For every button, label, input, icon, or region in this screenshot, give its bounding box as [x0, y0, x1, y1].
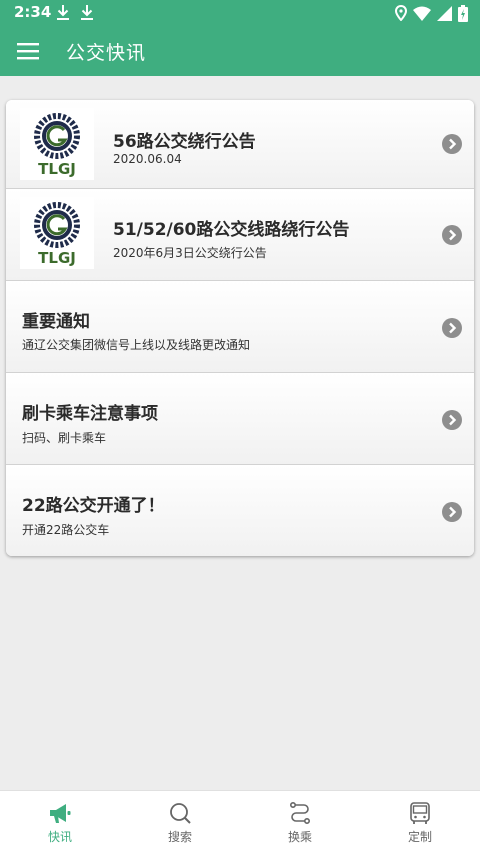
tlgj-logo-image: TLGJ [20, 197, 94, 269]
transfer-route-icon [289, 801, 310, 824]
news-item[interactable]: 22路公交开通了！ 开通22路公交车 [6, 465, 474, 556]
news-item[interactable]: TLGJ 51/52/60路公交线路绕行公告 2020年6月3日公交绕行公告 [6, 189, 474, 281]
news-item[interactable]: TLGJ 56路公交绕行公告 2020.06.04 [6, 100, 474, 189]
chevron-right-icon[interactable] [442, 502, 462, 522]
svg-text:TLGJ: TLGJ [38, 249, 76, 267]
nav-label: 搜索 [167, 830, 192, 844]
chevron-right-icon[interactable] [442, 410, 462, 430]
search-icon [170, 803, 191, 824]
nav-tab-news[interactable]: 快讯 [0, 791, 120, 854]
download-icon [57, 5, 69, 20]
bottom-nav: 快讯 搜索 换乘 定制 [0, 790, 480, 854]
news-list: TLGJ 56路公交绕行公告 2020.06.04 TLGJ 51/52/60路… [6, 100, 474, 556]
status-time: 2:34 [14, 3, 52, 21]
chevron-right-icon[interactable] [442, 225, 462, 245]
news-subtitle: 扫码、刷卡乘车 [22, 431, 107, 445]
nav-tab-transfer[interactable]: 换乘 [240, 791, 360, 854]
chevron-right-icon[interactable] [442, 134, 462, 154]
svg-text:TLGJ: TLGJ [38, 160, 76, 178]
news-item[interactable]: 刷卡乘车注意事项 扫码、刷卡乘车 [6, 373, 474, 465]
app-bar: 公交快讯 [0, 26, 480, 76]
news-title: 重要通知 [22, 312, 90, 332]
news-subtitle: 开通22路公交车 [22, 523, 110, 537]
chevron-right-icon[interactable] [442, 318, 462, 338]
news-title: 51/52/60路公交线路绕行公告 [113, 220, 350, 240]
status-bar: 2:34 [0, 0, 480, 26]
nav-label: 定制 [407, 830, 432, 844]
news-subtitle: 2020年6月3日公交绕行公告 [113, 246, 267, 260]
wifi-icon [413, 6, 431, 21]
nav-label: 换乘 [287, 830, 312, 844]
news-subtitle: 2020.06.04 [113, 152, 182, 166]
download-icon [81, 5, 93, 20]
cell-signal-icon [437, 5, 452, 21]
page-title: 公交快讯 [66, 42, 147, 64]
location-icon [395, 5, 407, 21]
news-title: 22路公交开通了！ [22, 496, 165, 516]
news-subtitle: 通辽公交集团微信号上线以及线路更改通知 [22, 338, 251, 352]
megaphone-icon [50, 804, 71, 823]
nav-tab-custom[interactable]: 定制 [360, 791, 480, 854]
news-item[interactable]: 重要通知 通辽公交集团微信号上线以及线路更改通知 [6, 281, 474, 373]
nav-tab-search[interactable]: 搜索 [120, 791, 240, 854]
nav-label: 快讯 [47, 830, 72, 844]
battery-icon [458, 4, 468, 22]
menu-icon[interactable] [17, 41, 39, 61]
tlgj-logo-image: TLGJ [20, 108, 94, 180]
status-icons [395, 4, 468, 22]
bus-icon [410, 802, 430, 824]
news-title: 56路公交绕行公告 [113, 132, 256, 152]
news-title: 刷卡乘车注意事项 [22, 404, 158, 424]
